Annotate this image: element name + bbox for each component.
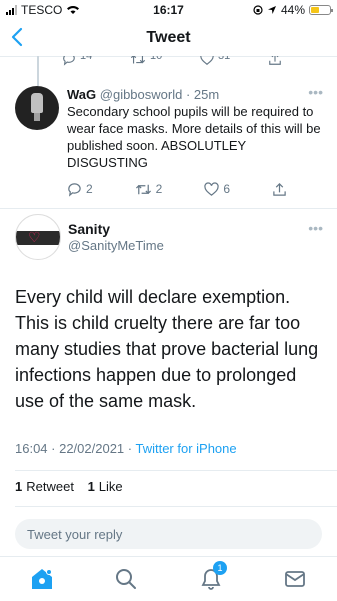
tweet-source-link[interactable]: Twitter for iPhone [135,441,236,456]
divider [0,208,337,209]
tweet-text: Every child will declare exemption. This… [15,287,319,411]
heart-icon: ♡ [28,229,41,245]
reply-input[interactable] [15,519,319,549]
battery-percent: 44% [280,3,305,17]
share-icon [269,56,281,65]
reply-icon [63,56,75,66]
divider [15,470,337,471]
likes-stat[interactable]: 1 Like [88,479,123,494]
rotation-lock-icon [253,5,263,15]
tab-bar: 1 [0,556,337,601]
reply-button[interactable]: 2 [67,181,93,198]
trophy-image [31,93,43,121]
retweet-icon [130,56,146,64]
location-icon [267,6,276,14]
like-icon [204,182,219,196]
main-tweet-header: ♡ Sanity @SanityMeTime ••• [0,214,337,264]
avatar[interactable] [15,86,59,130]
retweet-button[interactable]: 2 [135,181,163,198]
retweet-label: Retweet [26,479,74,494]
status-right: 44% [253,3,333,17]
avatar[interactable]: ♡ [15,214,61,260]
retweets-stat[interactable]: 1 Retweet [15,479,74,494]
prev-retweet-count: 10 [150,56,163,62]
prev-reply-count: 14 [80,56,93,62]
reply-header: WaG @gibbosworld · 25m [67,86,325,103]
like-total: 1 [87,479,95,494]
tweet-timestamp: 16:04 · 22/02/2021 · [15,441,136,456]
tweet-stats: 1 Retweet 1 Like [15,479,133,494]
author-name[interactable]: Sanity [68,221,110,237]
retweet-icon [135,184,151,195]
thread-line [37,56,39,86]
home-icon[interactable] [30,567,54,591]
like-label: Like [98,479,123,494]
reply-text: Secondary school pupils will be required… [67,104,321,170]
reply-author-handle[interactable]: @gibbosworld [100,87,183,102]
reply-body: WaG @gibbosworld · 25m Secondary school … [67,86,325,198]
status-bar: TESCO 16:17 44% [0,0,337,20]
prev-reply-button[interactable]: 14 [62,56,92,68]
more-icon[interactable]: ••• [308,220,323,236]
retweet-total: 1 [15,479,23,494]
messages-icon[interactable] [283,567,307,591]
notification-badge: 1 [213,561,227,575]
prev-like-button[interactable]: 31 [200,56,230,68]
like-count: 6 [223,182,230,196]
retweet-count: 2 [155,182,163,196]
battery-icon [309,5,333,15]
prev-like-count: 31 [218,56,231,62]
share-icon [273,183,286,196]
previous-tweet-actions: 14 10 31 [62,56,282,68]
prev-share-button[interactable] [268,56,282,68]
reply-box[interactable] [15,519,322,549]
like-icon [200,56,214,65]
search-icon[interactable] [114,567,138,591]
author-handle[interactable]: @SanityMeTime [68,238,164,253]
reply-time: · 25m [185,87,220,102]
page-title: Tweet [146,29,191,46]
reply-actions: 2 2 6 [67,181,287,198]
share-button[interactable] [272,182,287,197]
notifications-icon[interactable]: 1 [199,561,227,591]
prev-retweet-button[interactable]: 10 [130,56,162,68]
reply-author-name[interactable]: WaG [67,87,96,102]
reply-icon [68,183,81,197]
like-button[interactable]: 6 [204,181,230,198]
reply-count: 2 [86,182,93,196]
more-icon[interactable]: ••• [308,84,323,100]
divider [15,506,337,507]
tweet-meta: 16:04 · 22/02/2021 · Twitter for iPhone [15,441,237,456]
nav-bar: Tweet [0,20,337,57]
